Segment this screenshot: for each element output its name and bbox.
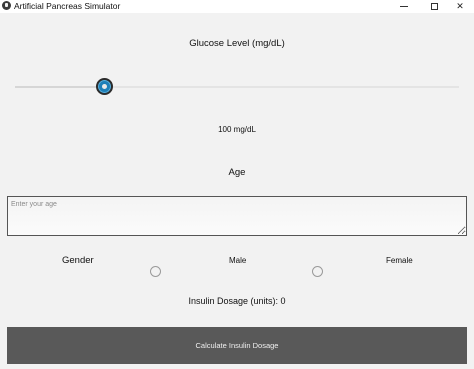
slider-fill — [15, 86, 104, 88]
app-window: Artificial Pancreas Simulator ✕ Glucose … — [0, 0, 474, 369]
maximize-icon — [430, 3, 438, 10]
slider-thumb[interactable] — [95, 78, 113, 95]
male-radio[interactable] — [150, 266, 161, 277]
title-bar: Artificial Pancreas Simulator ✕ — [0, 0, 474, 13]
glucose-slider[interactable] — [15, 78, 459, 95]
age-label: Age — [228, 167, 246, 178]
minimize-icon — [400, 6, 408, 7]
glucose-label: Glucose Level (mg/dL) — [189, 38, 285, 49]
maximize-button[interactable] — [420, 0, 448, 13]
calculate-insulin-button[interactable]: Calculate Insulin Dosage — [7, 327, 467, 364]
female-radio[interactable] — [312, 266, 323, 277]
male-label: Male — [229, 256, 247, 265]
age-input[interactable] — [7, 196, 467, 236]
close-button[interactable]: ✕ — [446, 0, 474, 13]
close-icon: ✕ — [456, 1, 464, 11]
insulin-dosage-label: Insulin Dosage (units): 0 — [188, 296, 286, 306]
female-label: Female — [386, 256, 413, 265]
minimize-button[interactable] — [390, 0, 418, 13]
gender-label: Gender — [62, 255, 94, 266]
app-logo-icon — [2, 1, 11, 10]
window-title: Artificial Pancreas Simulator — [14, 1, 121, 11]
glucose-value: 100 mg/dL — [218, 125, 256, 134]
